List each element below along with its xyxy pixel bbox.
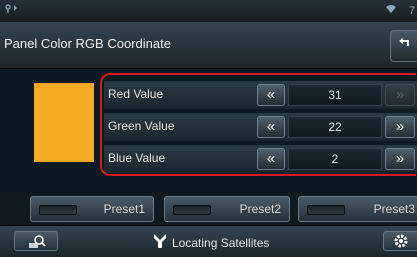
- gps-icon: [152, 233, 168, 254]
- bottom-bar: Locating Satellites: [0, 225, 417, 257]
- color-preview-swatch: [34, 83, 94, 162]
- map-search-icon: [28, 234, 46, 254]
- back-icon: [397, 36, 411, 53]
- signal-icon: [385, 0, 397, 22]
- preset-bar: Preset1 Preset2 Preset3: [0, 191, 417, 225]
- preset3-label: Preset3: [373, 202, 415, 216]
- settings-button[interactable]: [383, 231, 417, 251]
- preset3-button[interactable]: Preset3: [298, 196, 417, 222]
- back-button[interactable]: [390, 30, 417, 62]
- title-bar: Panel Color RGB Coordinate: [0, 22, 417, 69]
- clock-text: 7: [408, 5, 415, 17]
- preset-indicator: [173, 205, 211, 215]
- antenna-icon: [4, 0, 20, 22]
- rgb-highlight-frame: [100, 73, 416, 176]
- preset-indicator: [307, 205, 345, 215]
- preset1-label: Preset1: [103, 202, 145, 216]
- gps-status-text: Locating Satellites: [172, 236, 270, 250]
- map-search-button[interactable]: [14, 231, 58, 251]
- preset1-button[interactable]: Preset1: [30, 196, 154, 222]
- preset2-label: Preset2: [239, 202, 281, 216]
- settings-icon: [393, 233, 409, 254]
- preset-indicator: [39, 205, 77, 215]
- preset2-button[interactable]: Preset2: [164, 196, 290, 222]
- page-title: Panel Color RGB Coordinate: [4, 36, 171, 51]
- status-bar: 7: [0, 0, 417, 22]
